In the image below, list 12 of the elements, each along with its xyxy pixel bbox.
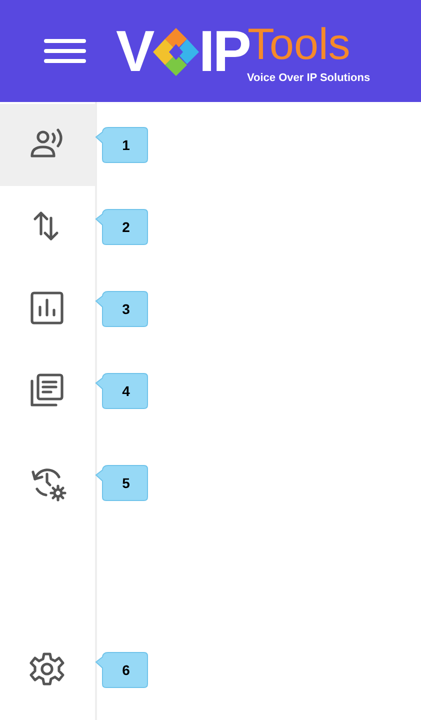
sidebar-item[interactable]: [0, 104, 95, 186]
number-callout: 6: [95, 651, 149, 689]
menu-icon[interactable]: [44, 36, 86, 66]
number-callout: 3: [95, 290, 149, 328]
diamond-logo-icon: [152, 28, 199, 76]
logo-text: Tools: [248, 25, 350, 65]
number-callout: 5: [95, 464, 149, 502]
number-callout: 2: [95, 208, 149, 246]
logo-tagline: Voice Over IP Solutions: [247, 72, 370, 84]
logo-text: V: [116, 27, 153, 77]
number-callout: 4: [95, 372, 149, 410]
number-callout: 1: [95, 126, 149, 164]
